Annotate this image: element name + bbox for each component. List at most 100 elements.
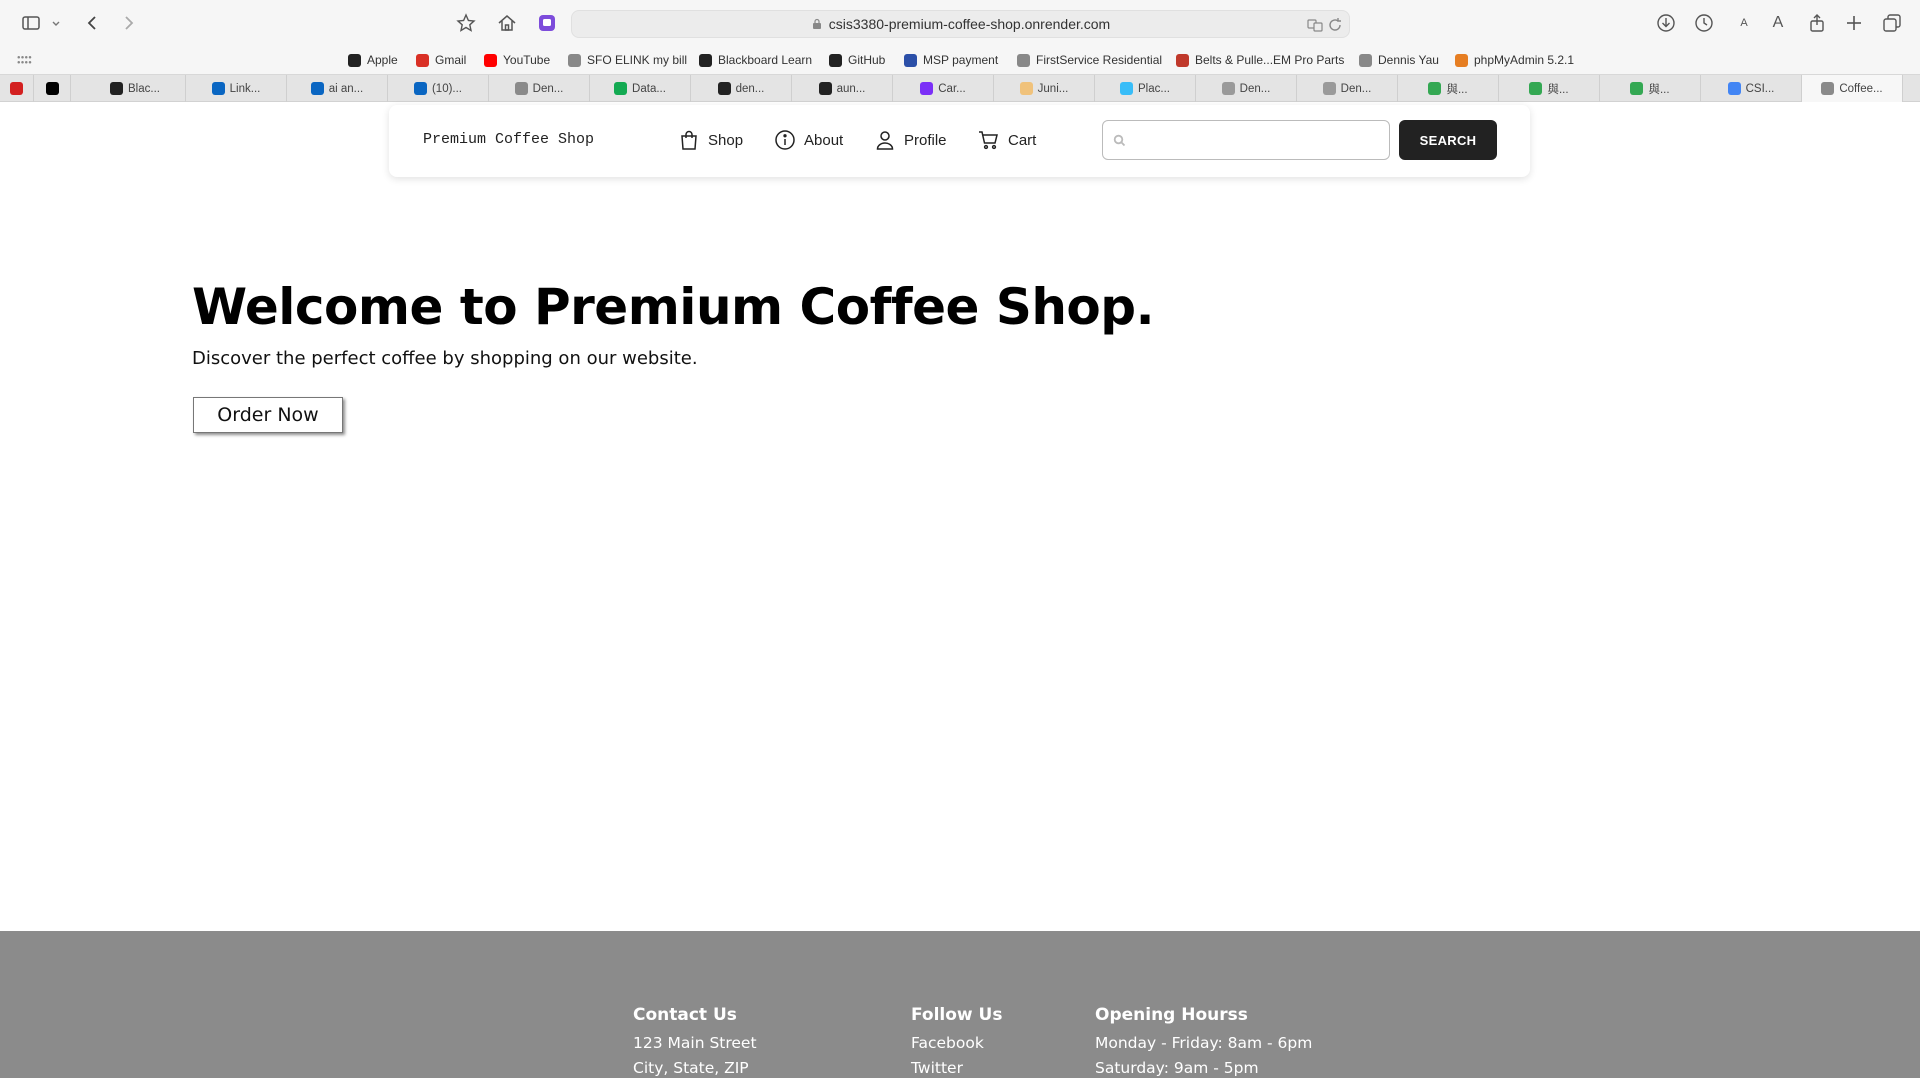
- globe-icon: [1017, 53, 1030, 67]
- favorite-apple[interactable]: Apple: [348, 50, 398, 70]
- tab-favicon-icon: [1529, 82, 1543, 95]
- browser-tab[interactable]: aun...: [792, 75, 893, 102]
- browser-tab[interactable]: Den...: [1196, 75, 1297, 102]
- browser-tab[interactable]: Car...: [893, 75, 994, 102]
- favorite-belts-pulleys[interactable]: Belts & Pulle...EM Pro Parts: [1176, 50, 1344, 70]
- browser-tab[interactable]: Den...: [1297, 75, 1398, 102]
- forward-icon[interactable]: [117, 12, 139, 34]
- tab-favicon-icon: [614, 82, 628, 95]
- favorite-blackboard[interactable]: Blackboard Learn: [699, 50, 812, 70]
- text-larger-icon[interactable]: A: [1767, 12, 1789, 34]
- tab-favicon-icon: [1727, 82, 1741, 95]
- browser-tab[interactable]: Den...: [489, 75, 590, 102]
- youtube-icon: [484, 53, 497, 67]
- browser-tab[interactable]: ai an...: [287, 75, 388, 102]
- search-input[interactable]: [1102, 120, 1390, 160]
- favorite-label: Dennis Yau: [1378, 53, 1439, 67]
- search-button[interactable]: SEARCH: [1399, 120, 1497, 160]
- favorites-bar: Apple Gmail YouTube SFO ELINK my bill Bl…: [0, 46, 1920, 74]
- reload-icon[interactable]: [1326, 16, 1344, 34]
- browser-tab[interactable]: Link...: [186, 75, 287, 102]
- tab-favicon-icon: [1428, 82, 1442, 95]
- tab-label: Coffee...: [1839, 82, 1883, 95]
- favorite-label: MSP payment: [923, 53, 999, 67]
- footer-follow-heading: Follow Us: [911, 1005, 1003, 1025]
- browser-tab[interactable]: (10)...: [388, 75, 489, 102]
- footer-hours: Opening Hourss Monday - Friday: 8am - 6p…: [1095, 1005, 1312, 1078]
- share-icon[interactable]: [1806, 12, 1828, 34]
- nav-about[interactable]: About: [774, 127, 843, 153]
- footer-facebook-link[interactable]: Facebook: [911, 1031, 1002, 1056]
- favorite-gmail[interactable]: Gmail: [416, 50, 466, 70]
- browser-tab[interactable]: [0, 75, 34, 102]
- tab-label: Blac...: [128, 82, 160, 95]
- site-brand[interactable]: Premium Coffee Shop: [423, 131, 594, 148]
- tab-label: den...: [735, 82, 765, 95]
- downloads-icon[interactable]: [1655, 12, 1677, 34]
- tab-label: CSI...: [1745, 82, 1775, 95]
- browser-tab[interactable]: CSI...: [1701, 75, 1802, 102]
- parts-icon: [1176, 53, 1189, 67]
- sidebar-toggle-icon[interactable]: [20, 12, 42, 34]
- extension-icon[interactable]: [536, 12, 558, 34]
- browser-tab[interactable]: Blac...: [85, 75, 186, 102]
- site-navbar: Premium Coffee Shop Shop About Profile C…: [389, 105, 1530, 177]
- hero-title: Welcome to Premium Coffee Shop.: [192, 278, 1155, 336]
- browser-tab[interactable]: 與...: [1600, 75, 1701, 102]
- tab-favicon-icon: [920, 82, 934, 95]
- browser-tab[interactable]: den...: [691, 75, 792, 102]
- tab-favicon-icon: [717, 82, 731, 95]
- footer-hours-heading: Opening Hourss: [1095, 1005, 1248, 1025]
- nav-shop-label: Shop: [708, 131, 744, 149]
- github-icon: [829, 53, 842, 67]
- page-content: Premium Coffee Shop Shop About Profile C…: [0, 102, 1920, 1078]
- nav-cart[interactable]: Cart: [978, 127, 1036, 153]
- tab-favicon-icon: [310, 82, 324, 95]
- browser-tab[interactable]: Plac...: [1095, 75, 1196, 102]
- site-footer: Contact Us 123 Main Street City, State, …: [0, 931, 1920, 1078]
- tab-favicon-icon: [514, 82, 528, 95]
- new-tab-icon[interactable]: [1843, 12, 1865, 34]
- order-now-button[interactable]: Order Now: [193, 397, 343, 433]
- tab-label: Data...: [632, 82, 666, 95]
- favorite-phpmyadmin[interactable]: phpMyAdmin 5.2.1: [1455, 50, 1574, 70]
- nav-shop[interactable]: Shop: [678, 127, 743, 153]
- lock-icon: [812, 18, 821, 29]
- tab-overview-icon[interactable]: [1881, 12, 1903, 34]
- address-bar[interactable]: csis3380-premium-coffee-shop.onrender.co…: [571, 10, 1350, 38]
- back-icon[interactable]: [82, 12, 104, 34]
- tab-favicon-icon: [413, 82, 427, 95]
- browser-tab[interactable]: 與...: [1398, 75, 1499, 102]
- tab-label: 與...: [1547, 83, 1569, 96]
- browser-tab[interactable]: 與...: [1499, 75, 1600, 102]
- nav-profile[interactable]: Profile: [874, 127, 947, 153]
- translate-icon[interactable]: [1306, 16, 1324, 34]
- tab-favicon-icon: [110, 82, 124, 95]
- favorite-github[interactable]: GitHub: [829, 50, 885, 70]
- footer-twitter-link[interactable]: Twitter: [911, 1056, 1002, 1078]
- tab-label: Juni...: [1037, 82, 1069, 95]
- favorite-msp-payment[interactable]: MSP payment: [904, 50, 998, 70]
- text-smaller-icon[interactable]: A: [1733, 12, 1755, 34]
- favorite-firstservice[interactable]: FirstService Residential: [1017, 50, 1162, 70]
- home-icon[interactable]: [496, 12, 518, 34]
- grid-icon[interactable]: [14, 50, 36, 72]
- browser-tab[interactable]: Juni...: [994, 75, 1095, 102]
- history-icon[interactable]: [1693, 12, 1715, 34]
- favorite-label: Gmail: [435, 53, 467, 67]
- browser-tab[interactable]: Data...: [590, 75, 691, 102]
- tab-label: Link...: [229, 82, 261, 95]
- favorite-label: SFO ELINK my bill: [587, 53, 688, 67]
- favorite-sfo-elink[interactable]: SFO ELINK my bill: [568, 50, 687, 70]
- browser-tab[interactable]: Coffee...: [1802, 75, 1903, 102]
- footer-hours-line: Saturday: 9am - 5pm: [1095, 1059, 1259, 1077]
- bookmark-star-icon[interactable]: [455, 12, 477, 34]
- favorite-dennis-yau[interactable]: Dennis Yau: [1359, 50, 1439, 70]
- footer-contact: Contact Us 123 Main Street City, State, …: [633, 1005, 757, 1078]
- footer-hours-line: Monday - Friday: 8am - 6pm: [1095, 1034, 1313, 1052]
- favorite-youtube[interactable]: YouTube: [484, 50, 550, 70]
- blackboard-icon: [699, 53, 712, 67]
- browser-tab[interactable]: [34, 75, 71, 102]
- tab-label: ai an...: [328, 82, 364, 95]
- chevron-down-icon[interactable]: [50, 12, 62, 34]
